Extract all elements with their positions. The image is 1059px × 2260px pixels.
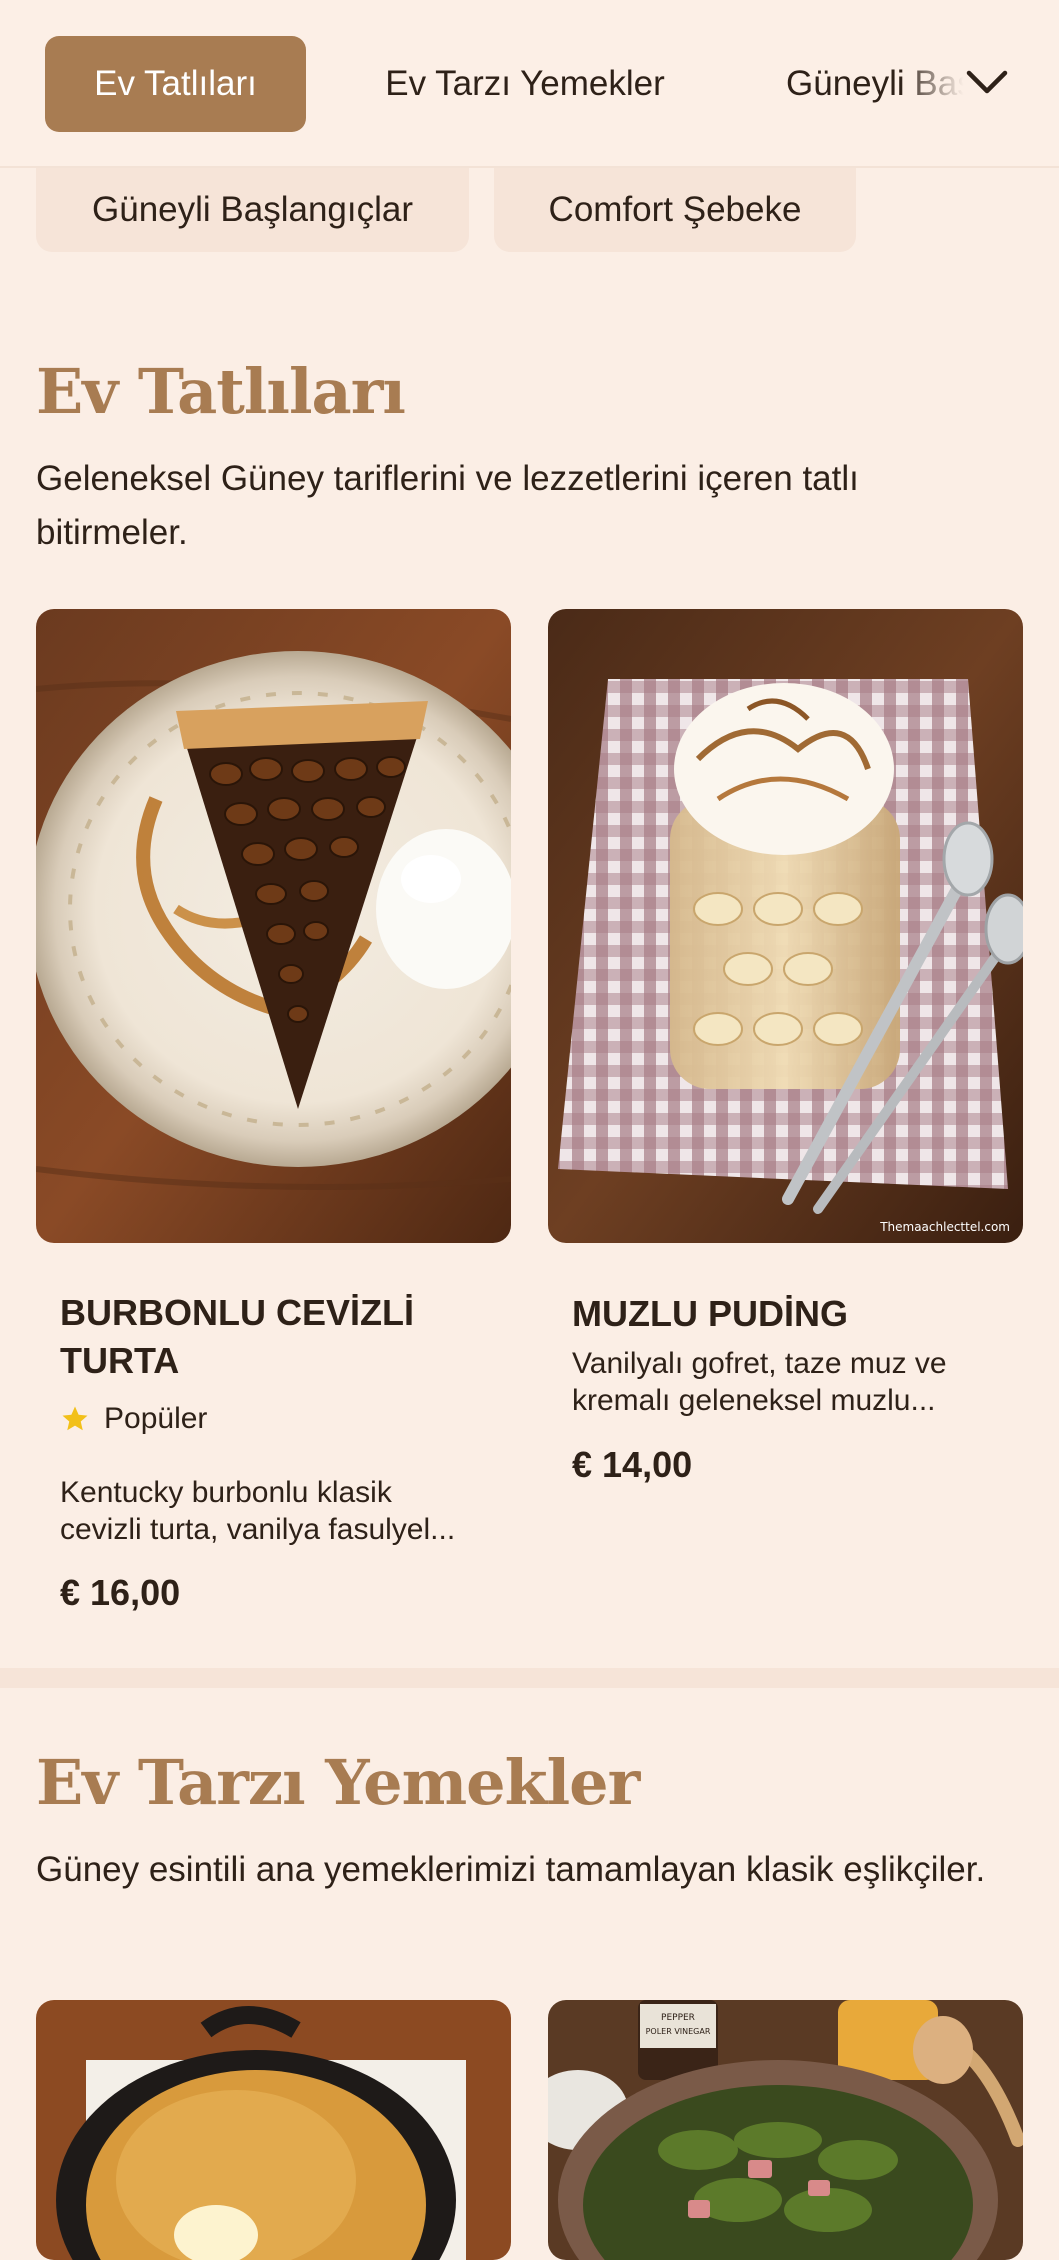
item-price: € 16,00 <box>60 1572 181 1613</box>
item-desc-line2: kremalı geleneksel muzlu... <box>572 1384 936 1417</box>
badge-label: Popüler <box>104 1402 208 1435</box>
bottle-label: POLER VINEGAR <box>646 2027 711 2036</box>
cornbread-image[interactable] <box>36 2000 511 2260</box>
item-name[interactable]: BURBONLU CEVİZLİ TURTA <box>60 1289 414 1385</box>
chip-comfort-sebeke[interactable]: Comfort Şebeke <box>494 168 856 252</box>
section-divider <box>0 1668 1059 1688</box>
item-price: € 14,00 <box>572 1444 693 1485</box>
item-desc-line2: cevizli turta, vanilya fasulyel... <box>60 1513 456 1546</box>
section-description: Güney esintili ana yemeklerimizi tamamla… <box>36 1850 986 1889</box>
section-title: Ev Tarzı Yemekler <box>36 1746 640 1819</box>
item-name-line1: BURBONLU CEVİZLİ <box>60 1292 414 1333</box>
chip-guneyli-baslangiclar[interactable]: Güneyli Başlangıçlar <box>36 168 469 252</box>
collard-greens-image[interactable]: PEPPER POLER VINEGAR <box>548 2000 1023 2260</box>
tab-ev-tarzi-yemekler[interactable]: Ev Tarzı Yemekler <box>340 36 710 132</box>
popular-badge: Popüler <box>60 1402 207 1436</box>
section-title: Ev Tatlıları <box>36 355 406 428</box>
item-name-line1: MUZLU PUDİNG <box>572 1293 848 1334</box>
section-description: Geleneksel Güney tariflerini ve lezzetle… <box>36 459 859 552</box>
category-overflow-list: Güneyli Başlangıçlar Comfort Şebeke <box>0 168 1059 254</box>
item-desc-line1: Vanilyalı gofret, taze muz ve <box>572 1347 947 1380</box>
category-nav: Ev Tatlıları Ev Tarzı Yemekler Güneyli B… <box>0 0 1059 168</box>
star-icon <box>62 1406 88 1431</box>
bottle-label: PEPPER <box>661 2013 695 2023</box>
item-name-line2: TURTA <box>60 1340 180 1381</box>
tab-ev-tatlilari[interactable]: Ev Tatlıları <box>45 36 306 132</box>
image-watermark: Themaachlecttel.com <box>879 1220 1010 1234</box>
item-desc-line1: Kentucky burbonlu klasik <box>60 1476 392 1509</box>
item-name[interactable]: MUZLU PUDİNG <box>572 1290 848 1338</box>
banana-pudding-image[interactable]: Themaachlecttel.com <box>548 609 1023 1243</box>
pecan-pie-image[interactable] <box>36 609 511 1243</box>
item-description: Vanilyalı gofret, taze muz ve kremalı ge… <box>572 1345 947 1419</box>
item-description: Kentucky burbonlu klasik cevizli turta, … <box>60 1474 455 1548</box>
chevron-down-icon[interactable] <box>962 62 1012 102</box>
